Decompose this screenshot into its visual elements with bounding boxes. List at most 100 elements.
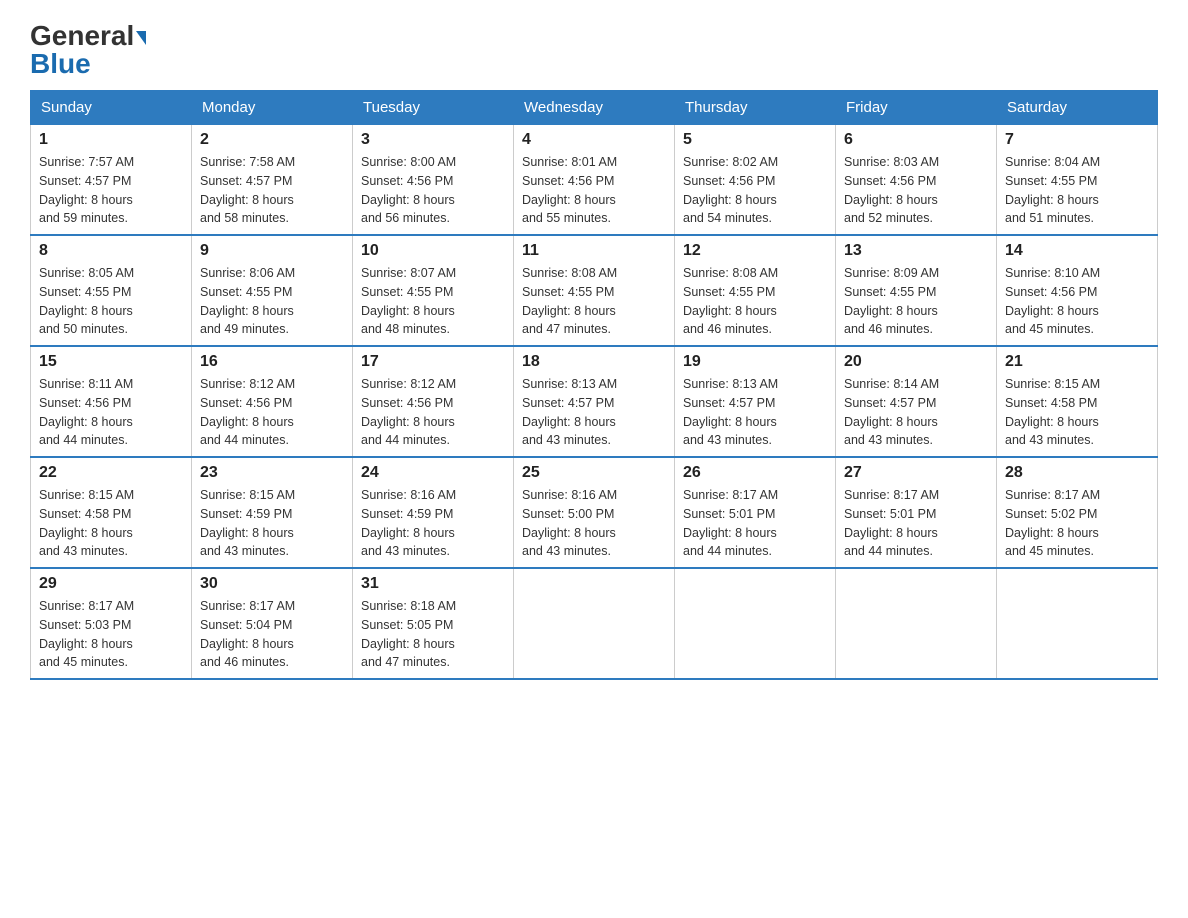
day-cell: 10 Sunrise: 8:07 AM Sunset: 4:55 PM Dayl…: [353, 235, 514, 346]
week-row-5: 29 Sunrise: 8:17 AM Sunset: 5:03 PM Dayl…: [31, 568, 1158, 679]
day-cell: 17 Sunrise: 8:12 AM Sunset: 4:56 PM Dayl…: [353, 346, 514, 457]
day-info: Sunrise: 8:18 AM Sunset: 5:05 PM Dayligh…: [361, 597, 505, 672]
day-cell: 4 Sunrise: 8:01 AM Sunset: 4:56 PM Dayli…: [514, 125, 675, 236]
day-cell: 18 Sunrise: 8:13 AM Sunset: 4:57 PM Dayl…: [514, 346, 675, 457]
header-cell-wednesday: Wednesday: [514, 91, 675, 125]
day-info: Sunrise: 8:09 AM Sunset: 4:55 PM Dayligh…: [844, 264, 988, 339]
day-info: Sunrise: 8:03 AM Sunset: 4:56 PM Dayligh…: [844, 153, 988, 228]
day-number: 30: [200, 575, 344, 593]
day-info: Sunrise: 8:17 AM Sunset: 5:02 PM Dayligh…: [1005, 486, 1149, 561]
calendar-table: SundayMondayTuesdayWednesdayThursdayFrid…: [30, 90, 1158, 680]
day-info: Sunrise: 8:16 AM Sunset: 4:59 PM Dayligh…: [361, 486, 505, 561]
day-cell: 5 Sunrise: 8:02 AM Sunset: 4:56 PM Dayli…: [675, 125, 836, 236]
day-number: 23: [200, 464, 344, 482]
day-cell: 3 Sunrise: 8:00 AM Sunset: 4:56 PM Dayli…: [353, 125, 514, 236]
day-cell: [514, 568, 675, 679]
day-number: 15: [39, 353, 183, 371]
day-cell: [997, 568, 1158, 679]
day-cell: [675, 568, 836, 679]
day-cell: 14 Sunrise: 8:10 AM Sunset: 4:56 PM Dayl…: [997, 235, 1158, 346]
header-cell-monday: Monday: [192, 91, 353, 125]
day-cell: 9 Sunrise: 8:06 AM Sunset: 4:55 PM Dayli…: [192, 235, 353, 346]
day-number: 21: [1005, 353, 1149, 371]
day-info: Sunrise: 8:05 AM Sunset: 4:55 PM Dayligh…: [39, 264, 183, 339]
day-number: 19: [683, 353, 827, 371]
day-cell: 24 Sunrise: 8:16 AM Sunset: 4:59 PM Dayl…: [353, 457, 514, 568]
day-info: Sunrise: 8:11 AM Sunset: 4:56 PM Dayligh…: [39, 375, 183, 450]
day-number: 1: [39, 131, 183, 149]
day-number: 13: [844, 242, 988, 260]
day-info: Sunrise: 8:12 AM Sunset: 4:56 PM Dayligh…: [361, 375, 505, 450]
day-info: Sunrise: 8:02 AM Sunset: 4:56 PM Dayligh…: [683, 153, 827, 228]
day-info: Sunrise: 8:15 AM Sunset: 4:58 PM Dayligh…: [1005, 375, 1149, 450]
day-number: 26: [683, 464, 827, 482]
day-info: Sunrise: 8:08 AM Sunset: 4:55 PM Dayligh…: [683, 264, 827, 339]
day-number: 3: [361, 131, 505, 149]
day-number: 28: [1005, 464, 1149, 482]
day-number: 7: [1005, 131, 1149, 149]
day-cell: 31 Sunrise: 8:18 AM Sunset: 5:05 PM Dayl…: [353, 568, 514, 679]
day-info: Sunrise: 8:17 AM Sunset: 5:01 PM Dayligh…: [844, 486, 988, 561]
day-cell: 8 Sunrise: 8:05 AM Sunset: 4:55 PM Dayli…: [31, 235, 192, 346]
day-cell: 13 Sunrise: 8:09 AM Sunset: 4:55 PM Dayl…: [836, 235, 997, 346]
day-cell: 2 Sunrise: 7:58 AM Sunset: 4:57 PM Dayli…: [192, 125, 353, 236]
day-cell: 28 Sunrise: 8:17 AM Sunset: 5:02 PM Dayl…: [997, 457, 1158, 568]
day-info: Sunrise: 8:07 AM Sunset: 4:55 PM Dayligh…: [361, 264, 505, 339]
calendar-body: 1 Sunrise: 7:57 AM Sunset: 4:57 PM Dayli…: [31, 125, 1158, 680]
week-row-4: 22 Sunrise: 8:15 AM Sunset: 4:58 PM Dayl…: [31, 457, 1158, 568]
day-cell: 7 Sunrise: 8:04 AM Sunset: 4:55 PM Dayli…: [997, 125, 1158, 236]
calendar-header: SundayMondayTuesdayWednesdayThursdayFrid…: [31, 91, 1158, 125]
header-cell-sunday: Sunday: [31, 91, 192, 125]
page-header: General Blue: [30, 20, 1158, 80]
day-number: 10: [361, 242, 505, 260]
day-info: Sunrise: 8:00 AM Sunset: 4:56 PM Dayligh…: [361, 153, 505, 228]
day-number: 22: [39, 464, 183, 482]
day-cell: [836, 568, 997, 679]
day-number: 5: [683, 131, 827, 149]
day-info: Sunrise: 8:12 AM Sunset: 4:56 PM Dayligh…: [200, 375, 344, 450]
day-number: 2: [200, 131, 344, 149]
day-number: 20: [844, 353, 988, 371]
day-number: 9: [200, 242, 344, 260]
day-number: 11: [522, 242, 666, 260]
header-cell-tuesday: Tuesday: [353, 91, 514, 125]
day-number: 29: [39, 575, 183, 593]
day-cell: 25 Sunrise: 8:16 AM Sunset: 5:00 PM Dayl…: [514, 457, 675, 568]
day-info: Sunrise: 8:08 AM Sunset: 4:55 PM Dayligh…: [522, 264, 666, 339]
day-cell: 29 Sunrise: 8:17 AM Sunset: 5:03 PM Dayl…: [31, 568, 192, 679]
day-info: Sunrise: 8:16 AM Sunset: 5:00 PM Dayligh…: [522, 486, 666, 561]
day-cell: 30 Sunrise: 8:17 AM Sunset: 5:04 PM Dayl…: [192, 568, 353, 679]
header-cell-friday: Friday: [836, 91, 997, 125]
day-info: Sunrise: 8:13 AM Sunset: 4:57 PM Dayligh…: [522, 375, 666, 450]
day-info: Sunrise: 8:04 AM Sunset: 4:55 PM Dayligh…: [1005, 153, 1149, 228]
week-row-1: 1 Sunrise: 7:57 AM Sunset: 4:57 PM Dayli…: [31, 125, 1158, 236]
day-number: 25: [522, 464, 666, 482]
day-number: 31: [361, 575, 505, 593]
day-info: Sunrise: 8:15 AM Sunset: 4:59 PM Dayligh…: [200, 486, 344, 561]
header-row: SundayMondayTuesdayWednesdayThursdayFrid…: [31, 91, 1158, 125]
day-number: 8: [39, 242, 183, 260]
logo: General Blue: [30, 20, 146, 80]
day-number: 4: [522, 131, 666, 149]
day-cell: 22 Sunrise: 8:15 AM Sunset: 4:58 PM Dayl…: [31, 457, 192, 568]
day-info: Sunrise: 8:01 AM Sunset: 4:56 PM Dayligh…: [522, 153, 666, 228]
day-info: Sunrise: 8:17 AM Sunset: 5:03 PM Dayligh…: [39, 597, 183, 672]
header-cell-thursday: Thursday: [675, 91, 836, 125]
day-cell: 1 Sunrise: 7:57 AM Sunset: 4:57 PM Dayli…: [31, 125, 192, 236]
day-info: Sunrise: 8:10 AM Sunset: 4:56 PM Dayligh…: [1005, 264, 1149, 339]
day-number: 6: [844, 131, 988, 149]
day-cell: 15 Sunrise: 8:11 AM Sunset: 4:56 PM Dayl…: [31, 346, 192, 457]
header-cell-saturday: Saturday: [997, 91, 1158, 125]
day-cell: 20 Sunrise: 8:14 AM Sunset: 4:57 PM Dayl…: [836, 346, 997, 457]
day-number: 14: [1005, 242, 1149, 260]
logo-blue: Blue: [30, 48, 91, 80]
day-cell: 11 Sunrise: 8:08 AM Sunset: 4:55 PM Dayl…: [514, 235, 675, 346]
week-row-3: 15 Sunrise: 8:11 AM Sunset: 4:56 PM Dayl…: [31, 346, 1158, 457]
day-number: 17: [361, 353, 505, 371]
day-cell: 19 Sunrise: 8:13 AM Sunset: 4:57 PM Dayl…: [675, 346, 836, 457]
day-number: 16: [200, 353, 344, 371]
day-info: Sunrise: 8:17 AM Sunset: 5:01 PM Dayligh…: [683, 486, 827, 561]
day-info: Sunrise: 8:14 AM Sunset: 4:57 PM Dayligh…: [844, 375, 988, 450]
day-cell: 12 Sunrise: 8:08 AM Sunset: 4:55 PM Dayl…: [675, 235, 836, 346]
day-cell: 27 Sunrise: 8:17 AM Sunset: 5:01 PM Dayl…: [836, 457, 997, 568]
